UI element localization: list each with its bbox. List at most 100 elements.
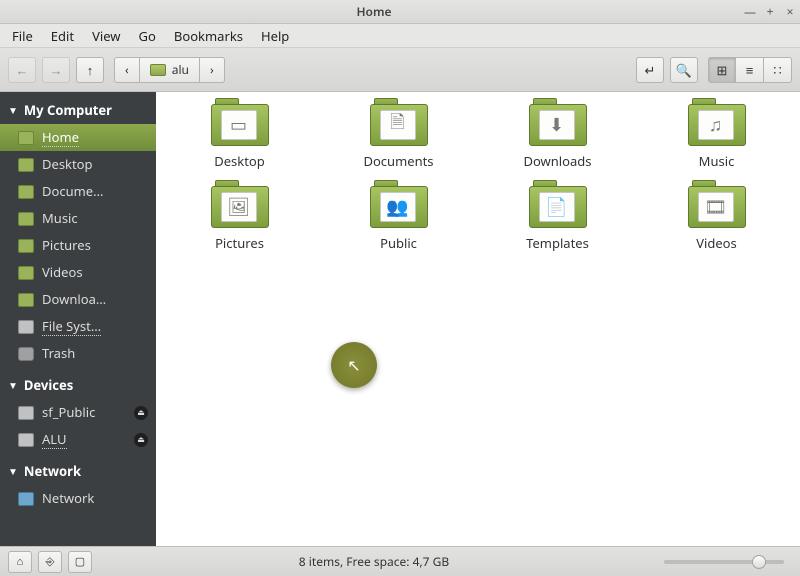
eject-button[interactable]: ⏏ xyxy=(134,406,148,420)
folder-icon: 🎞 xyxy=(688,186,746,228)
places-icon: ⌂ xyxy=(17,554,24,569)
sidebar-item[interactable]: sf_Public ⏏ xyxy=(0,399,156,426)
toolbar: ← → ↑ ‹ alu › ↵ 🔍 ⊞ ≡ ∷ xyxy=(0,48,800,92)
up-button[interactable]: ↑ xyxy=(76,57,104,83)
search-icon: 🔍 xyxy=(676,61,692,79)
folder-icon: 📄 xyxy=(529,186,587,228)
sidebar-section-title: My Computer xyxy=(24,101,112,119)
sidebar-item-label: Home xyxy=(42,128,79,147)
folder-item[interactable]: ⬇Downloads xyxy=(490,104,625,170)
sidebar-item[interactable]: Pictures xyxy=(0,232,156,259)
menu-bookmarks[interactable]: Bookmarks xyxy=(166,25,251,47)
path-next-button[interactable]: › xyxy=(200,57,225,83)
sidebar-item-label: sf_Public xyxy=(42,403,95,422)
sidebar-item[interactable]: Downloa… xyxy=(0,286,156,313)
sidebar-item[interactable]: Home xyxy=(0,124,156,151)
menu-help[interactable]: Help xyxy=(253,25,297,47)
show-tree-button[interactable]: ⎆ xyxy=(38,551,62,573)
folder-item[interactable]: 👥 Public xyxy=(331,186,466,252)
menu-go[interactable]: Go xyxy=(131,25,164,47)
cursor-highlight: ↖ xyxy=(331,342,377,388)
toggle-location-entry-button[interactable]: ↵ xyxy=(636,57,664,83)
caret-down-icon: ▼ xyxy=(8,103,18,117)
folder-item[interactable]: 🎞 Videos xyxy=(649,186,784,252)
arrow-right-icon: → xyxy=(50,61,63,79)
folder-item[interactable]: 🖼Pictures xyxy=(172,186,307,252)
sidebar-item-label: Desktop xyxy=(42,155,93,174)
path-prev-button[interactable]: ‹ xyxy=(114,57,140,83)
sidebar-section-header[interactable]: ▼ My Computer xyxy=(0,96,156,124)
compact-icon: ∷ xyxy=(773,61,781,79)
folder-item[interactable]: ♫Music xyxy=(649,104,784,170)
arrow-left-icon: ← xyxy=(16,61,29,79)
chevron-left-icon: ‹ xyxy=(125,61,129,78)
sidebar-item-label: Videos xyxy=(42,263,83,282)
close-sidebar-button[interactable]: ▢ xyxy=(68,551,92,573)
sidebar-item[interactable]: Music xyxy=(0,205,156,232)
sidebar-item-label: Docume… xyxy=(42,182,103,201)
folder-icon: ⬇ xyxy=(529,104,587,146)
folder-item[interactable]: 📄Templates xyxy=(490,186,625,252)
folder-icon xyxy=(18,131,34,145)
tree-icon: ⎆ xyxy=(46,554,55,569)
drive-icon xyxy=(18,320,34,334)
list-icon: ≡ xyxy=(746,61,754,79)
folder-item[interactable]: ▭Desktop xyxy=(172,104,307,170)
statusbar: ⌂ ⎆ ▢ 8 items, Free space: 4,7 GB xyxy=(0,546,800,576)
folder-icon xyxy=(18,293,34,307)
folder-label: Pictures xyxy=(172,234,307,252)
back-button[interactable]: ← xyxy=(8,57,36,83)
sidebar-item[interactable]: File Syst… xyxy=(0,313,156,340)
sidebar-item[interactable]: Docume… xyxy=(0,178,156,205)
zoom-thumb[interactable] xyxy=(752,555,766,569)
forward-button[interactable]: → xyxy=(42,57,70,83)
sidebar-item[interactable]: ALU⏏ xyxy=(0,426,156,453)
folder-item[interactable]: 🗎 Documents xyxy=(331,104,466,170)
menu-view[interactable]: View xyxy=(84,25,128,47)
sidebar-item-label: Trash xyxy=(42,344,75,363)
folder-icon: 👥 xyxy=(370,186,428,228)
folder-icon: 🗎 xyxy=(370,104,428,146)
view-compact-button[interactable]: ∷ xyxy=(764,57,792,83)
folder-icon xyxy=(18,185,34,199)
folder-icon xyxy=(18,266,34,280)
sidebar-item-label: Network xyxy=(42,489,94,508)
location-toggle-icon: ↵ xyxy=(645,61,656,79)
window-title: Home xyxy=(8,3,740,20)
folder-label: Videos xyxy=(649,234,784,252)
content-area[interactable]: ▭Desktop 🗎 Documents ⬇Downloads ♫Music 🖼Pictu… xyxy=(156,92,800,546)
path-current-label: alu xyxy=(172,61,189,78)
sidebar-item[interactable]: Desktop xyxy=(0,151,156,178)
eject-button[interactable]: ⏏ xyxy=(134,433,148,447)
folder-icon: ♫ xyxy=(688,104,746,146)
caret-down-icon: ▼ xyxy=(8,464,18,478)
folder-icon xyxy=(150,64,166,76)
view-list-button[interactable]: ≡ xyxy=(736,57,764,83)
folder-label: Documents xyxy=(331,152,466,170)
zoom-slider[interactable] xyxy=(664,560,784,564)
trash-icon xyxy=(18,347,34,361)
search-button[interactable]: 🔍 xyxy=(670,57,698,83)
sidebar-item-label: Music xyxy=(42,209,78,228)
maximize-button[interactable]: + xyxy=(760,2,780,22)
menu-file[interactable]: File xyxy=(4,25,41,47)
path-current-segment[interactable]: alu xyxy=(140,57,200,83)
net-icon xyxy=(18,492,34,506)
sidebar-section-header[interactable]: ▼Devices xyxy=(0,371,156,399)
view-icons-button[interactable]: ⊞ xyxy=(708,57,736,83)
titlebar: Home — + × xyxy=(0,0,800,24)
drive-icon xyxy=(18,433,34,447)
show-places-button[interactable]: ⌂ xyxy=(8,551,32,573)
folder-label: Public xyxy=(331,234,466,252)
arrow-up-icon: ↑ xyxy=(87,61,94,79)
sidebar-item[interactable]: Videos xyxy=(0,259,156,286)
sidebar-item[interactable]: Trash xyxy=(0,340,156,367)
folder-label: Desktop xyxy=(172,152,307,170)
minimize-button[interactable]: — xyxy=(740,2,760,22)
grid-icon: ⊞ xyxy=(717,61,728,79)
sidebar-section-header[interactable]: ▼Network xyxy=(0,457,156,485)
menubar: File Edit View Go Bookmarks Help xyxy=(0,24,800,48)
menu-edit[interactable]: Edit xyxy=(43,25,82,47)
sidebar-item[interactable]: Network xyxy=(0,485,156,512)
close-button[interactable]: × xyxy=(780,2,800,22)
